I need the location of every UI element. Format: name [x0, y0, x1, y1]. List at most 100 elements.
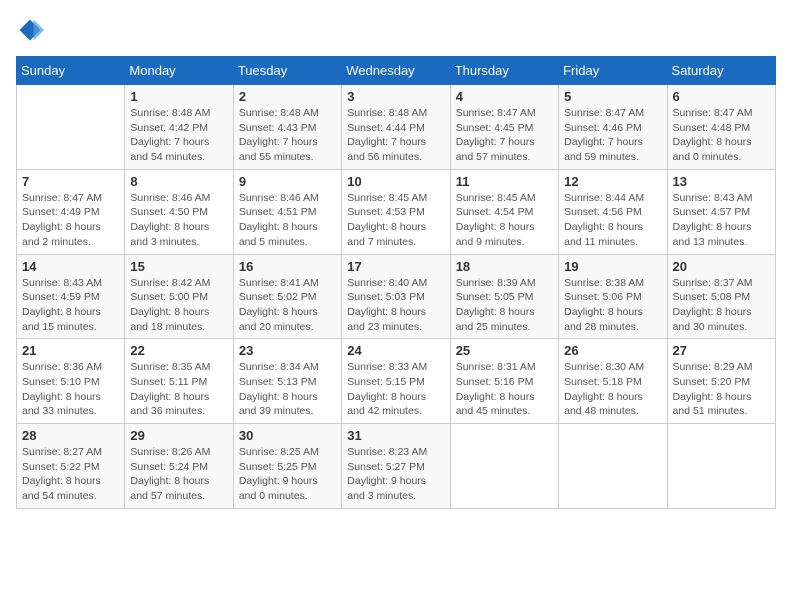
- day-number: 29: [130, 428, 227, 443]
- calendar-cell: [17, 85, 125, 170]
- day-number: 20: [673, 259, 770, 274]
- day-detail: Sunrise: 8:36 AM Sunset: 5:10 PM Dayligh…: [22, 360, 119, 419]
- day-detail: Sunrise: 8:45 AM Sunset: 4:54 PM Dayligh…: [456, 191, 553, 250]
- day-number: 14: [22, 259, 119, 274]
- day-detail: Sunrise: 8:48 AM Sunset: 4:42 PM Dayligh…: [130, 106, 227, 165]
- day-detail: Sunrise: 8:45 AM Sunset: 4:53 PM Dayligh…: [347, 191, 444, 250]
- calendar-cell: 31Sunrise: 8:23 AM Sunset: 5:27 PM Dayli…: [342, 424, 450, 509]
- calendar-cell: 28Sunrise: 8:27 AM Sunset: 5:22 PM Dayli…: [17, 424, 125, 509]
- day-header-monday: Monday: [125, 57, 233, 85]
- day-detail: Sunrise: 8:39 AM Sunset: 5:05 PM Dayligh…: [456, 276, 553, 335]
- day-detail: Sunrise: 8:31 AM Sunset: 5:16 PM Dayligh…: [456, 360, 553, 419]
- day-number: 17: [347, 259, 444, 274]
- calendar-cell: 14 Sunrise: 8:43 AM Sunset: 4:59 PM Dayli…: [17, 254, 125, 339]
- day-detail: Sunrise: 8:30 AM Sunset: 5:18 PM Dayligh…: [564, 360, 661, 419]
- calendar-cell: 16 Sunrise: 8:41 AM Sunset: 5:02 PM Dayli…: [233, 254, 341, 339]
- day-detail: Sunrise: 8:41 AM Sunset: 5:02 PM Dayligh…: [239, 276, 336, 335]
- day-detail: Sunrise: 8:35 AM Sunset: 5:11 PM Dayligh…: [130, 360, 227, 419]
- day-number: 3: [347, 89, 444, 104]
- calendar-cell: 23 Sunrise: 8:34 AM Sunset: 5:13 PM Dayli…: [233, 339, 341, 424]
- calendar-cell: 11 Sunrise: 8:45 AM Sunset: 4:54 PM Dayli…: [450, 169, 558, 254]
- calendar-cell: 15Sunrise: 8:42 AM Sunset: 5:00 PM Dayli…: [125, 254, 233, 339]
- day-detail: Sunrise: 8:47 AM Sunset: 4:49 PM Dayligh…: [22, 191, 119, 250]
- calendar-cell: 6Sunrise: 8:47 AM Sunset: 4:48 PM Daylig…: [667, 85, 775, 170]
- day-detail: Sunrise: 8:47 AM Sunset: 4:46 PM Dayligh…: [564, 106, 661, 165]
- day-detail: Sunrise: 8:40 AM Sunset: 5:03 PM Dayligh…: [347, 276, 444, 335]
- day-number: 22: [130, 343, 227, 358]
- day-number: 21: [22, 343, 119, 358]
- day-number: 12: [564, 174, 661, 189]
- day-detail: Sunrise: 8:42 AM Sunset: 5:00 PM Dayligh…: [130, 276, 227, 335]
- day-number: 23: [239, 343, 336, 358]
- day-detail: Sunrise: 8:43 AM Sunset: 4:59 PM Dayligh…: [22, 276, 119, 335]
- day-number: 4: [456, 89, 553, 104]
- calendar-cell: 7 Sunrise: 8:47 AM Sunset: 4:49 PM Daylig…: [17, 169, 125, 254]
- day-detail: Sunrise: 8:48 AM Sunset: 4:43 PM Dayligh…: [239, 106, 336, 165]
- day-detail: Sunrise: 8:48 AM Sunset: 4:44 PM Dayligh…: [347, 106, 444, 165]
- day-number: 10: [347, 174, 444, 189]
- day-header-saturday: Saturday: [667, 57, 775, 85]
- day-detail: Sunrise: 8:25 AM Sunset: 5:25 PM Dayligh…: [239, 445, 336, 504]
- calendar-cell: 18 Sunrise: 8:39 AM Sunset: 5:05 PM Dayli…: [450, 254, 558, 339]
- calendar-cell: 27 Sunrise: 8:29 AM Sunset: 5:20 PM Dayli…: [667, 339, 775, 424]
- day-number: 8: [130, 174, 227, 189]
- day-number: 5: [564, 89, 661, 104]
- calendar-header-row: SundayMondayTuesdayWednesdayThursdayFrid…: [17, 57, 776, 85]
- day-number: 27: [673, 343, 770, 358]
- day-detail: Sunrise: 8:34 AM Sunset: 5:13 PM Dayligh…: [239, 360, 336, 419]
- day-header-friday: Friday: [559, 57, 667, 85]
- calendar-cell: 9 Sunrise: 8:46 AM Sunset: 4:51 PM Daylig…: [233, 169, 341, 254]
- calendar-cell: 19 Sunrise: 8:38 AM Sunset: 5:06 PM Dayli…: [559, 254, 667, 339]
- day-detail: Sunrise: 8:27 AM Sunset: 5:22 PM Dayligh…: [22, 445, 119, 504]
- day-number: 2: [239, 89, 336, 104]
- day-number: 30: [239, 428, 336, 443]
- calendar-cell: 29 Sunrise: 8:26 AM Sunset: 5:24 PM Dayli…: [125, 424, 233, 509]
- logo-icon: [16, 16, 44, 44]
- day-number: 26: [564, 343, 661, 358]
- day-number: 11: [456, 174, 553, 189]
- day-detail: Sunrise: 8:46 AM Sunset: 4:50 PM Dayligh…: [130, 191, 227, 250]
- day-detail: Sunrise: 8:46 AM Sunset: 4:51 PM Dayligh…: [239, 191, 336, 250]
- calendar-cell: 2 Sunrise: 8:48 AM Sunset: 4:43 PM Daylig…: [233, 85, 341, 170]
- calendar-table: SundayMondayTuesdayWednesdayThursdayFrid…: [16, 56, 776, 509]
- calendar-cell: 8 Sunrise: 8:46 AM Sunset: 4:50 PM Daylig…: [125, 169, 233, 254]
- page-header: [16, 16, 776, 44]
- day-detail: Sunrise: 8:43 AM Sunset: 4:57 PM Dayligh…: [673, 191, 770, 250]
- calendar-cell: 24 Sunrise: 8:33 AM Sunset: 5:15 PM Dayli…: [342, 339, 450, 424]
- day-number: 1: [130, 89, 227, 104]
- calendar-week-row: 21 Sunrise: 8:36 AM Sunset: 5:10 PM Dayli…: [17, 339, 776, 424]
- calendar-cell: 1 Sunrise: 8:48 AM Sunset: 4:42 PM Daylig…: [125, 85, 233, 170]
- day-number: 31: [347, 428, 444, 443]
- calendar-week-row: 1 Sunrise: 8:48 AM Sunset: 4:42 PM Daylig…: [17, 85, 776, 170]
- day-header-tuesday: Tuesday: [233, 57, 341, 85]
- day-number: 24: [347, 343, 444, 358]
- day-detail: Sunrise: 8:26 AM Sunset: 5:24 PM Dayligh…: [130, 445, 227, 504]
- calendar-cell: 13Sunrise: 8:43 AM Sunset: 4:57 PM Dayli…: [667, 169, 775, 254]
- calendar-cell: [667, 424, 775, 509]
- day-header-sunday: Sunday: [17, 57, 125, 85]
- day-number: 9: [239, 174, 336, 189]
- calendar-cell: 12 Sunrise: 8:44 AM Sunset: 4:56 PM Dayli…: [559, 169, 667, 254]
- day-detail: Sunrise: 8:47 AM Sunset: 4:45 PM Dayligh…: [456, 106, 553, 165]
- day-number: 18: [456, 259, 553, 274]
- day-header-thursday: Thursday: [450, 57, 558, 85]
- day-header-wednesday: Wednesday: [342, 57, 450, 85]
- calendar-cell: [559, 424, 667, 509]
- calendar-cell: 10 Sunrise: 8:45 AM Sunset: 4:53 PM Dayli…: [342, 169, 450, 254]
- day-detail: Sunrise: 8:44 AM Sunset: 4:56 PM Dayligh…: [564, 191, 661, 250]
- day-number: 19: [564, 259, 661, 274]
- calendar-cell: 3 Sunrise: 8:48 AM Sunset: 4:44 PM Daylig…: [342, 85, 450, 170]
- day-number: 7: [22, 174, 119, 189]
- day-detail: Sunrise: 8:37 AM Sunset: 5:08 PM Dayligh…: [673, 276, 770, 335]
- day-detail: Sunrise: 8:47 AM Sunset: 4:48 PM Dayligh…: [673, 106, 770, 165]
- day-number: 16: [239, 259, 336, 274]
- calendar-cell: 20 Sunrise: 8:37 AM Sunset: 5:08 PM Dayli…: [667, 254, 775, 339]
- day-detail: Sunrise: 8:29 AM Sunset: 5:20 PM Dayligh…: [673, 360, 770, 419]
- calendar-cell: 22 Sunrise: 8:35 AM Sunset: 5:11 PM Dayli…: [125, 339, 233, 424]
- day-detail: Sunrise: 8:38 AM Sunset: 5:06 PM Dayligh…: [564, 276, 661, 335]
- calendar-cell: 30 Sunrise: 8:25 AM Sunset: 5:25 PM Dayli…: [233, 424, 341, 509]
- day-number: 25: [456, 343, 553, 358]
- calendar-cell: 26 Sunrise: 8:30 AM Sunset: 5:18 PM Dayli…: [559, 339, 667, 424]
- calendar-cell: 17 Sunrise: 8:40 AM Sunset: 5:03 PM Dayli…: [342, 254, 450, 339]
- day-detail: Sunrise: 8:33 AM Sunset: 5:15 PM Dayligh…: [347, 360, 444, 419]
